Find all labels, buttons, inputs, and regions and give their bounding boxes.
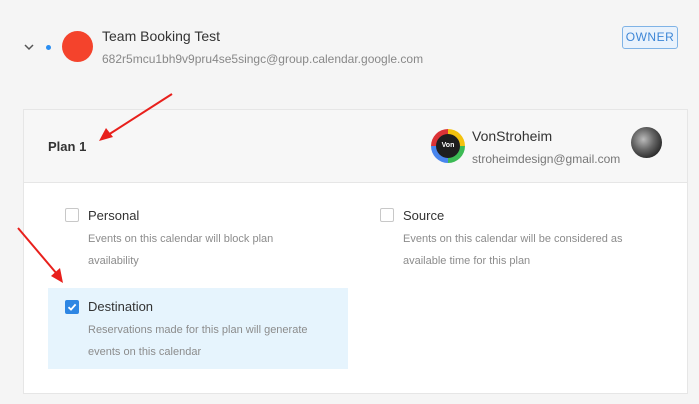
annotation-arrow-plan xyxy=(99,93,173,141)
annotation-arrow-destination xyxy=(17,227,63,283)
annotation-arrows xyxy=(17,93,173,283)
